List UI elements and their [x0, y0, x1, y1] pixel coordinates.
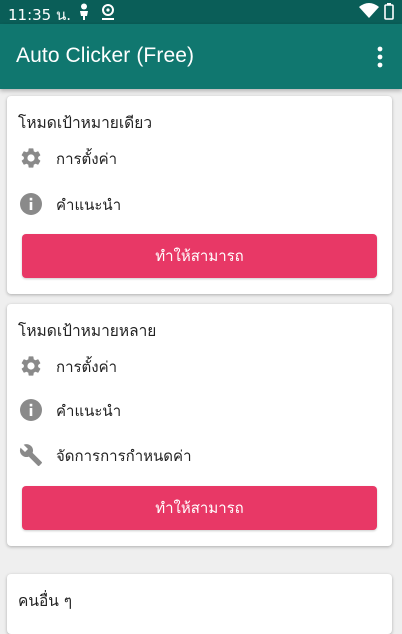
wrench-icon: [19, 444, 42, 466]
more-vert-icon[interactable]: [372, 45, 388, 69]
card-title: โหมดเป้าหมายเดียว: [18, 114, 153, 132]
manage-configs-item[interactable]: จัดการการกำหนดค่า: [7, 433, 392, 477]
location-icon: [102, 4, 114, 20]
info-icon: [20, 399, 42, 421]
single-instructions-item[interactable]: คำแนะนำ: [7, 182, 392, 226]
person-icon: [80, 3, 88, 20]
multi-target-card: โหมดเป้าหมายหลาย การตั้งค่า คำแนะนำ จัดก…: [7, 304, 392, 546]
settings-label: การตั้งค่า: [56, 150, 118, 168]
multi-settings-item[interactable]: การตั้งค่า: [7, 344, 392, 388]
status-bar: 11:35 น.: [0, 0, 402, 24]
single-target-card: โหมดเป้าหมายเดียว การตั้งค่า คำแนะนำ ทำใ…: [7, 96, 392, 294]
manage-configs-label: จัดการการกำหนดค่า: [56, 447, 192, 465]
app-bar: Auto Clicker (Free): [0, 24, 402, 89]
multi-enable-button[interactable]: ทำให้สามารถ: [22, 486, 377, 530]
app-title: Auto Clicker (Free): [16, 44, 195, 67]
gear-icon: [21, 148, 41, 168]
battery-icon: [384, 3, 394, 20]
card-title: คนอื่น ๆ: [18, 592, 73, 610]
instructions-label: คำแนะนำ: [56, 402, 122, 420]
instructions-label: คำแนะนำ: [56, 196, 122, 214]
info-icon: [20, 193, 42, 215]
wifi-icon: [359, 3, 379, 18]
multi-instructions-item[interactable]: คำแนะนำ: [7, 388, 392, 432]
single-enable-button[interactable]: ทำให้สามารถ: [22, 234, 377, 278]
card-title: โหมดเป้าหมายหลาย: [18, 322, 157, 340]
settings-label: การตั้งค่า: [56, 358, 118, 376]
single-settings-item[interactable]: การตั้งค่า: [7, 136, 392, 180]
gear-icon: [21, 356, 41, 376]
others-card: คนอื่น ๆ: [7, 574, 392, 634]
